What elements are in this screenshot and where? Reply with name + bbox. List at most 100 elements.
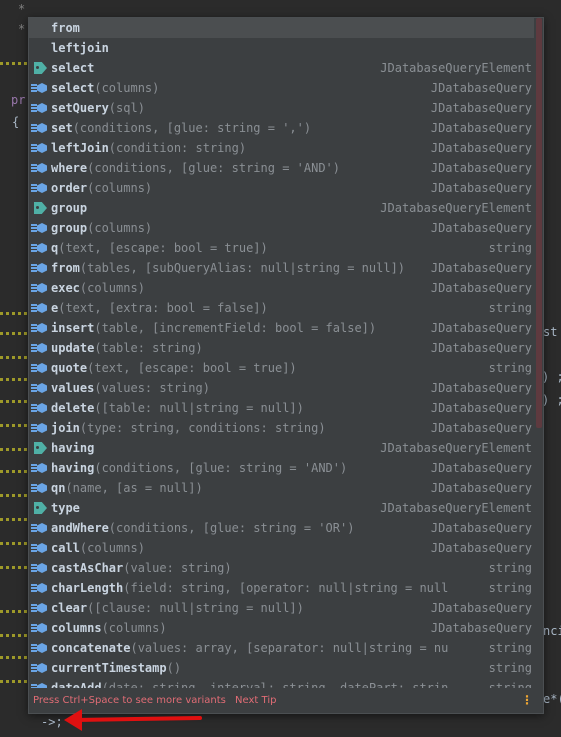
completion-item[interactable]: join (type: string, conditions: string) JD… (29, 418, 534, 438)
completion-item-signature: exec (columns) (29, 278, 145, 298)
completion-item-name: where (51, 161, 88, 175)
completion-item-signature: qn (name, [as = null]) (29, 478, 203, 498)
completion-item[interactable]: where (conditions, [glue: string = 'AND')… (29, 158, 534, 178)
completion-item[interactable]: call (columns) JDatabaseQuery (29, 538, 534, 558)
completion-item-type: JDatabaseQuery (430, 321, 532, 335)
warning-underline (0, 378, 28, 381)
completion-item[interactable]: values (values: string) JDatabaseQuery (29, 378, 534, 398)
completion-item[interactable]: leftjoin (29, 38, 534, 58)
completion-item[interactable]: group (columns) JDatabaseQuery (29, 218, 534, 238)
completion-item-name: exec (51, 281, 80, 295)
completion-item-name: insert (51, 321, 95, 335)
completion-item-type: JDatabaseQuery (430, 121, 532, 135)
warning-underline (0, 494, 28, 497)
completion-item-type: JDatabaseQueryElement (380, 61, 532, 75)
warning-underline (0, 448, 28, 451)
completion-item[interactable]: group JDatabaseQueryElement (29, 198, 534, 218)
completion-item[interactable]: concatenate (values: array, [separator: n… (29, 638, 534, 658)
completion-item-params: (conditions, [glue: string = ',') (72, 121, 312, 135)
completion-item-type: JDatabaseQuery (430, 141, 532, 155)
completion-item[interactable]: from (29, 18, 534, 38)
code-fragment: ) ; (542, 370, 561, 384)
method-icon (29, 378, 51, 398)
completion-item-name: dateAdd (51, 681, 102, 688)
completion-item[interactable]: exec (columns) JDatabaseQuery (29, 278, 534, 298)
completion-item-name: set (51, 121, 73, 135)
method-icon (29, 298, 51, 318)
completion-item[interactable]: select (columns) JDatabaseQuery (29, 78, 534, 98)
completion-item-type: JDatabaseQuery (430, 521, 532, 535)
completion-item[interactable]: q (text, [escape: bool = true]) string (29, 238, 534, 258)
completion-item-params: (conditions, [glue: string = 'OR') (108, 521, 355, 535)
completion-item[interactable]: set (conditions, [glue: string = ',') JDat… (29, 118, 534, 138)
completion-item-name: select (51, 61, 95, 75)
completion-item[interactable]: clear ([clause: null|string = null]) JData… (29, 598, 534, 618)
completion-item[interactable]: update (table: string) JDatabaseQuery (29, 338, 534, 358)
completion-item[interactable]: insert (table, [incrementField: bool = fa… (29, 318, 534, 338)
completion-item-name: e (51, 301, 59, 315)
completion-item-type: JDatabaseQuery (430, 161, 532, 175)
method-icon (29, 418, 51, 438)
completion-item[interactable]: having JDatabaseQueryElement (29, 438, 534, 458)
completion-item[interactable]: order (columns) JDatabaseQuery (29, 178, 534, 198)
completion-item-signature: charLength (field: string, [operator: nul… (29, 578, 449, 598)
completion-item[interactable]: castAsChar (value: string) string (29, 558, 534, 578)
completion-scrollbar[interactable] (535, 18, 543, 688)
completion-item[interactable]: setQuery (sql) JDatabaseQuery (29, 98, 534, 118)
warning-underline (0, 424, 28, 427)
completion-item-type: JDatabaseQuery (430, 281, 532, 295)
completion-item-name: leftJoin (51, 141, 109, 155)
method-icon (29, 238, 51, 258)
completion-item[interactable]: e (text, [extra: bool = false]) string (29, 298, 534, 318)
completion-item-signature: select (29, 58, 94, 78)
completion-item[interactable]: select JDatabaseQueryElement (29, 58, 534, 78)
completion-item-name: concatenate (51, 641, 131, 655)
completion-item[interactable]: having (conditions, [glue: string = 'AND'… (29, 458, 534, 478)
warning-underline (0, 566, 28, 569)
more-options-icon[interactable]: ⋮ (521, 688, 533, 713)
completion-item[interactable]: columns (columns) JDatabaseQuery (29, 618, 534, 638)
completion-item[interactable]: dateAdd (date: string, interval: string, … (29, 678, 534, 688)
red-arrow-annotation (64, 709, 202, 731)
completion-item[interactable]: from (tables, [subQueryAlias: null|string… (29, 258, 534, 278)
completion-item-signature: select (columns) (29, 78, 159, 98)
method-icon (29, 598, 51, 618)
method-icon (29, 178, 51, 198)
completion-item[interactable]: currentTimestamp() string (29, 658, 534, 678)
next-tip-link[interactable]: Next Tip (235, 695, 276, 706)
completion-item-name: setQuery (51, 101, 109, 115)
method-icon (29, 678, 51, 688)
completion-item[interactable]: andWhere (conditions, [glue: string = 'OR… (29, 518, 534, 538)
completion-item-name: having (51, 461, 95, 475)
completion-item-name: select (51, 81, 95, 95)
completion-item-name: join (51, 421, 80, 435)
completion-item-name: andWhere (51, 521, 109, 535)
completion-item-signature: group (columns) (29, 218, 152, 238)
completion-item-name: call (51, 541, 80, 555)
completion-item[interactable]: qn (name, [as = null]) JDatabaseQuery (29, 478, 534, 498)
completion-item-params: (columns) (79, 541, 145, 555)
warning-underline (0, 356, 28, 359)
method-icon (29, 658, 51, 678)
method-icon (29, 618, 51, 638)
completion-item[interactable]: leftJoin (condition: string) JDatabaseQuer… (29, 138, 534, 158)
completion-item[interactable]: delete ([table: null|string = null]) JData… (29, 398, 534, 418)
completion-item[interactable]: quote (text, [escape: bool = true]) string (29, 358, 534, 378)
completion-item[interactable]: charLength (field: string, [operator: nul… (29, 578, 534, 598)
completion-item-signature: columns (columns) (29, 618, 167, 638)
warning-underline (0, 634, 28, 637)
scrollbar-thumb[interactable] (536, 18, 542, 428)
completion-item-signature: type (29, 498, 80, 518)
method-icon (29, 458, 51, 478)
method-icon (29, 98, 51, 118)
completion-item-signature: setQuery (sql) (29, 98, 145, 118)
completion-item-signature: group (29, 198, 87, 218)
completion-item-type: JDatabaseQuery (430, 261, 532, 275)
completion-item-params: (columns) (87, 181, 153, 195)
code-fragment: { (12, 115, 20, 129)
method-icon (29, 278, 51, 298)
completion-item-signature: e (text, [extra: bool = false]) (29, 298, 268, 318)
typed-code: ->; (41, 715, 63, 729)
completion-item-name: charLength (51, 581, 124, 595)
completion-item[interactable]: type JDatabaseQueryElement (29, 498, 534, 518)
